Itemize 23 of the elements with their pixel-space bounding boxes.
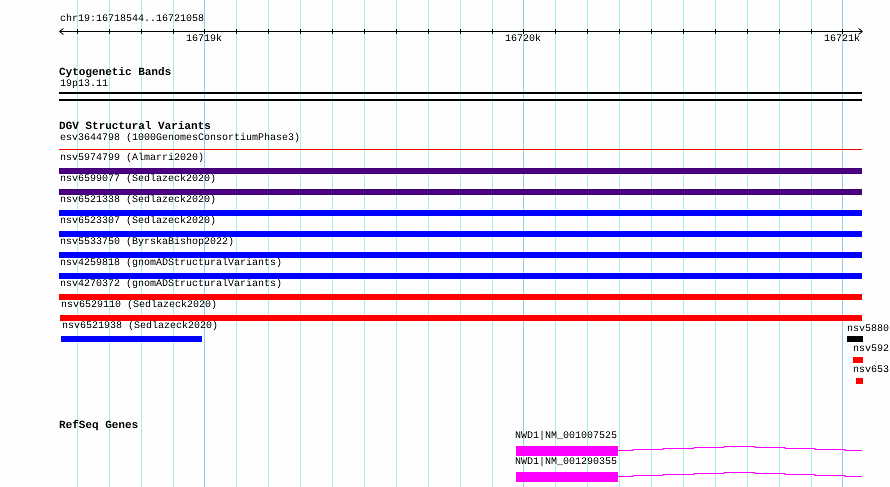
variant-label: nsv592 [853, 344, 890, 356]
track-title: Cytogenetic Bands [59, 67, 172, 79]
variant-label: nsv5533750 (ByrskaBishop2022) [60, 237, 234, 249]
track-title: RefSeq Genes [59, 420, 138, 433]
track-title: DGV Structural Variants [59, 121, 211, 133]
tick-label: 16720k [505, 34, 541, 46]
gene-label: NWD1|NM_001290355 [515, 457, 618, 469]
variant-label: nsv6523307 (Sedlazeck2020) [60, 216, 216, 228]
band-label: 19p13.11 [60, 79, 108, 91]
region-label: chr19:16718544..16721058 [60, 14, 204, 26]
variant-label: nsv6529110 (Sedlazeck2020) [61, 300, 218, 312]
variant-label: nsv6521938 (Sedlazeck2020) [62, 321, 218, 333]
variant-label: nsv5974799 (Almarri2020) [60, 153, 204, 165]
tick-label: 16721k [824, 34, 860, 46]
tick-label: 16719k [186, 34, 222, 46]
variant-label: nsv6599077 (Sedlazeck2020) [60, 174, 216, 186]
variant-label: nsv4270372 (gnomADStructuralVariants) [60, 279, 282, 291]
variant-label: nsv4259818 (gnomADStructuralVariants) [60, 258, 282, 270]
gene-label: NWD1|NM_001007525 [515, 431, 618, 443]
variant-label: nsv5880 [847, 324, 890, 336]
variant-label: esv3644798 (1000GenomesConsortiumPhase3) [60, 133, 300, 145]
variant-label: nsv6521338 (Sedlazeck2020) [60, 195, 216, 207]
variant-label: nsv653 [853, 365, 890, 377]
